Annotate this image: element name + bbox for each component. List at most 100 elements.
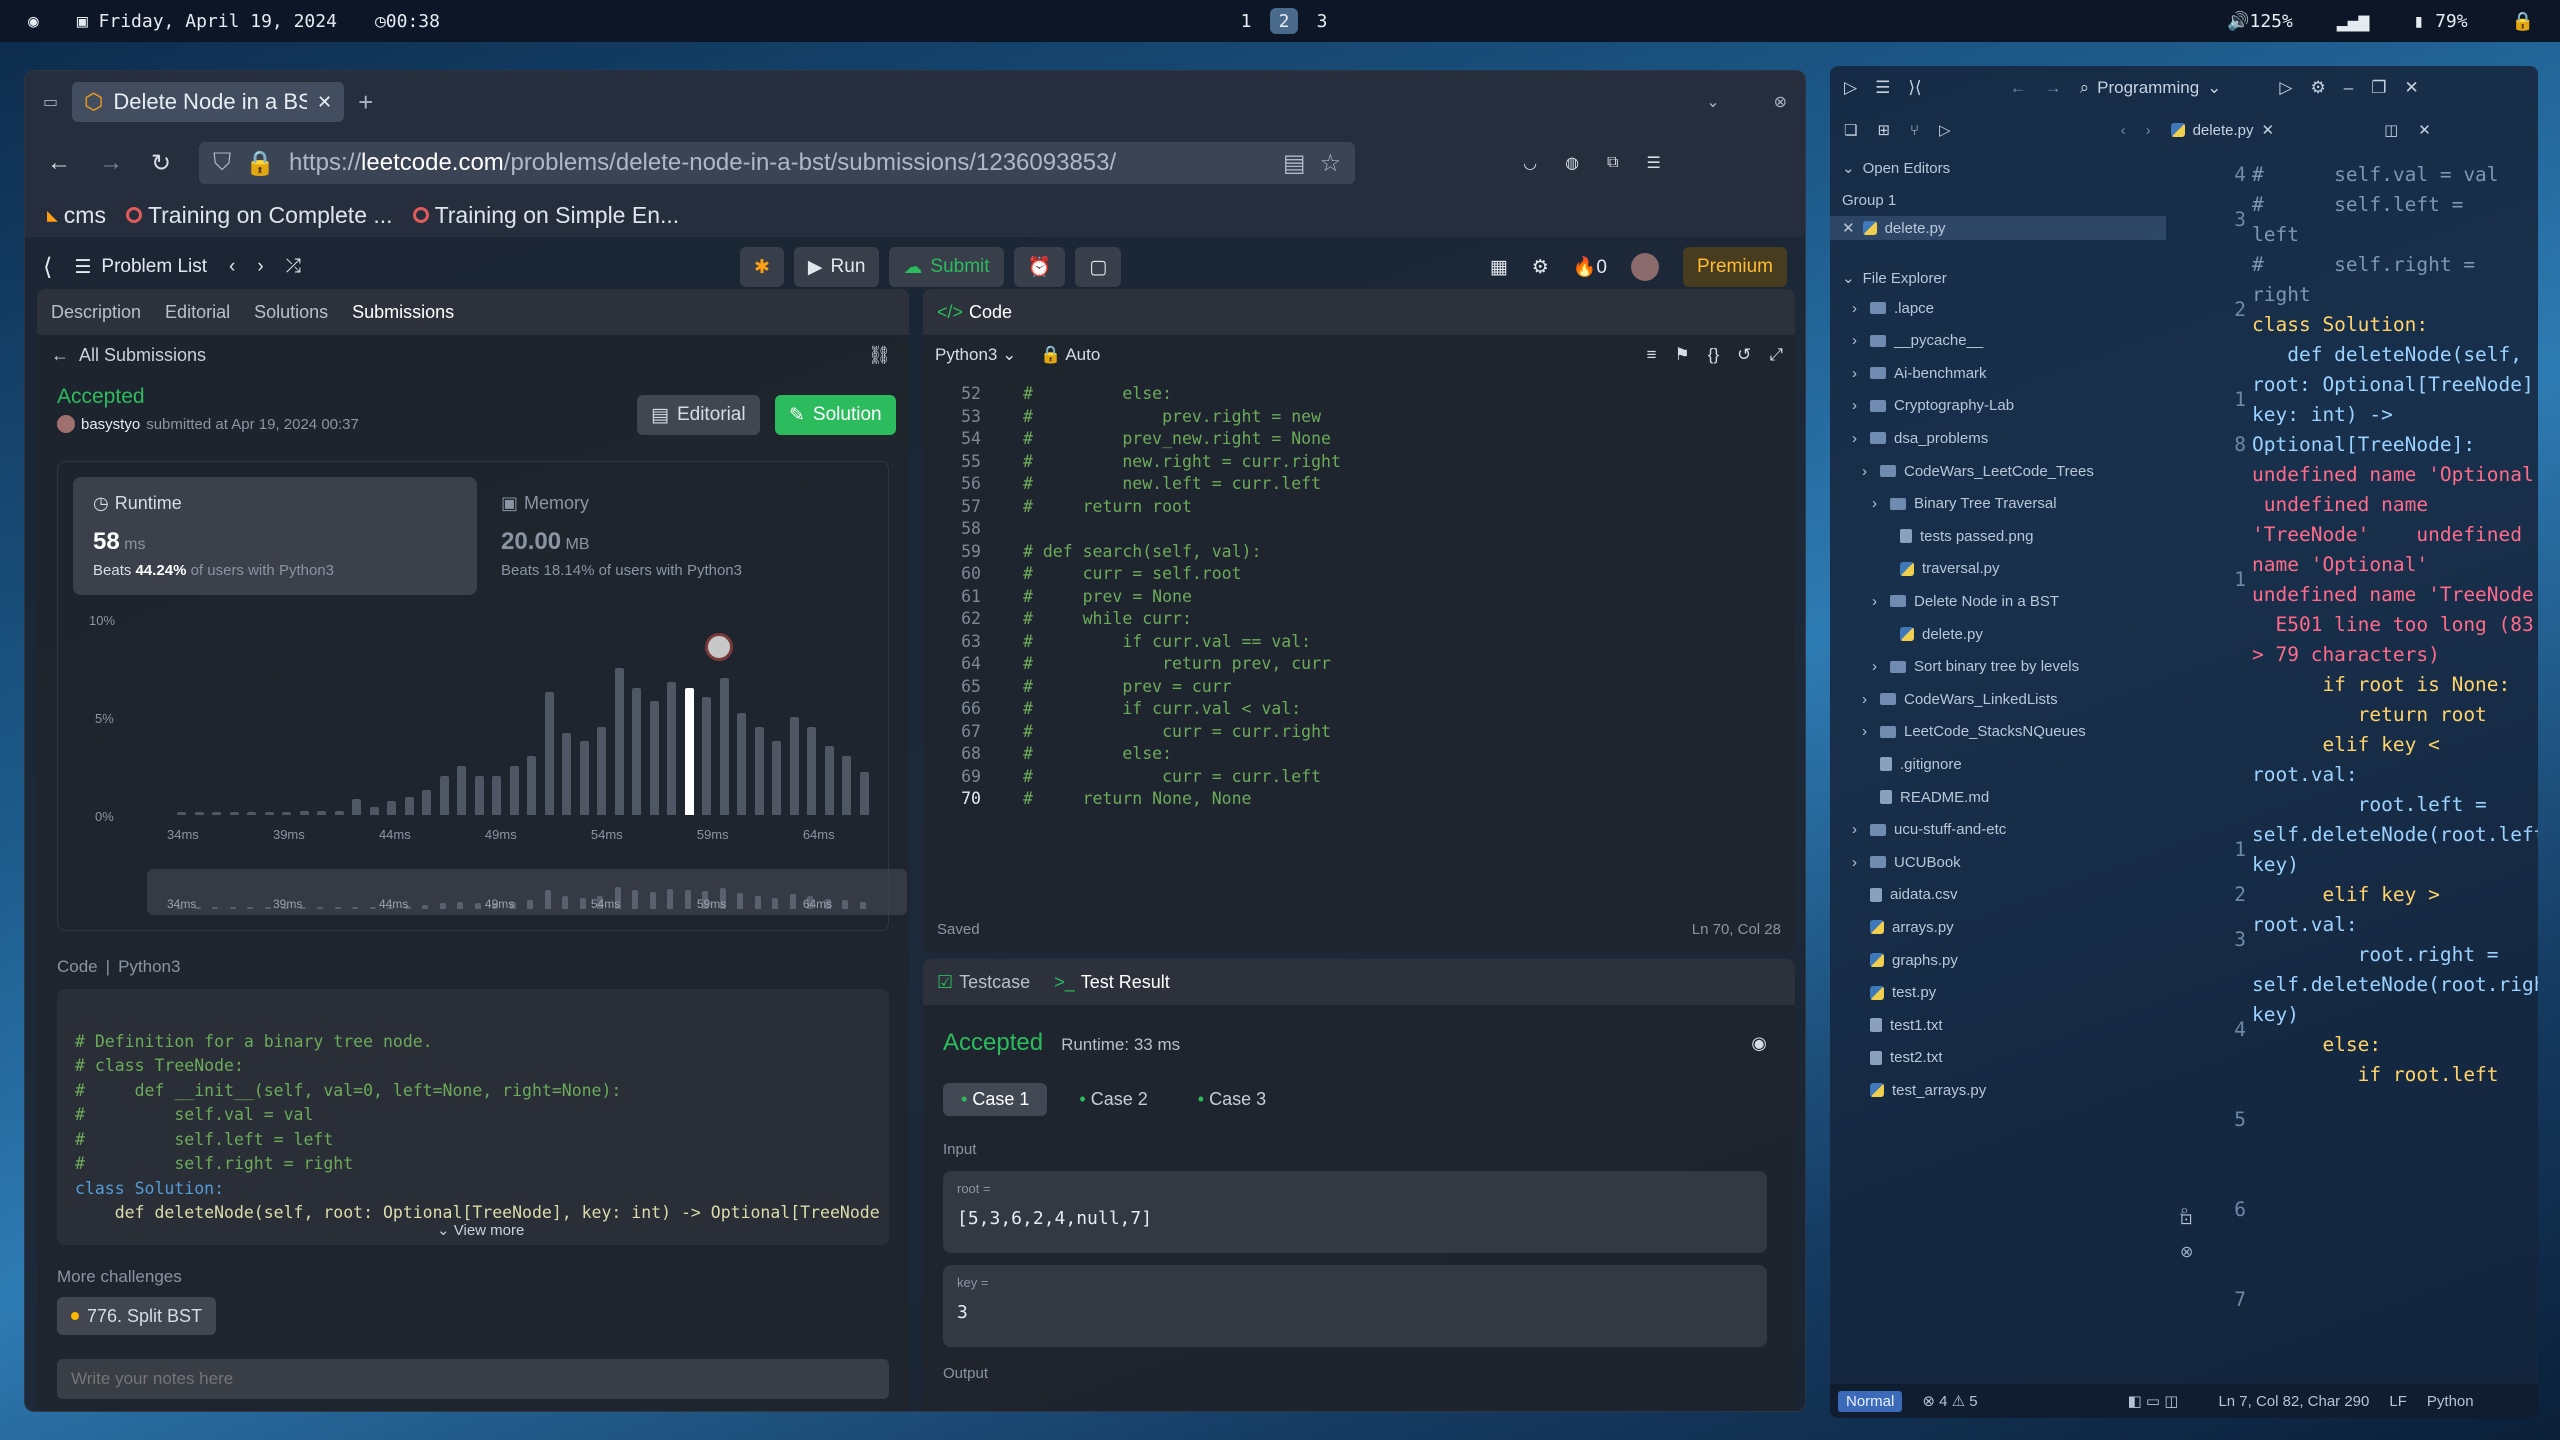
runtime-bar[interactable] — [457, 766, 466, 815]
tab-submissions[interactable]: Submissions — [352, 302, 454, 323]
folder-item[interactable]: › Cryptography-Lab — [1852, 394, 2014, 418]
file-item[interactable]: graphs.py — [1852, 948, 1958, 972]
runtime-bar[interactable] — [719, 677, 729, 815]
workspace-2[interactable]: 2 — [1270, 8, 1298, 34]
tab-editorial[interactable]: Editorial — [165, 302, 230, 323]
runtime-bar[interactable] — [597, 726, 606, 815]
runtime-bar[interactable] — [194, 812, 204, 815]
runtime-bar[interactable] — [649, 701, 659, 815]
git-icon[interactable]: ⑂ — [1910, 122, 1919, 139]
folder-item[interactable]: › Ai-benchmark — [1852, 361, 1987, 385]
menu-icon[interactable]: ☰ — [1875, 78, 1890, 98]
folder-item[interactable]: › ucu-stuff-and-etc — [1852, 818, 2006, 842]
layout-icons[interactable]: ◧ ▭ ◫ — [2128, 1392, 2179, 1410]
open-editors-header[interactable]: ⌄ Open Editors — [1842, 156, 1950, 180]
volume-widget[interactable]: 🔊125% — [2227, 11, 2293, 32]
date-widget[interactable]: ▣ Friday, April 19, 2024 — [77, 11, 337, 32]
workspace-selector[interactable]: ⌕ Programming ⌄ — [2080, 78, 2222, 98]
runtime-bar[interactable] — [842, 756, 851, 815]
language-mode[interactable]: Python — [2427, 1393, 2474, 1410]
runtime-bar[interactable] — [614, 668, 624, 815]
split-editor-icon[interactable]: ◫ — [2384, 121, 2398, 139]
tab-testcase[interactable]: ☑ Testcase — [937, 972, 1030, 993]
leetcode-logo-icon[interactable]: ⟨ — [43, 253, 52, 282]
menu-icon[interactable]: ☰ — [1646, 153, 1660, 173]
runtime-bar[interactable] — [789, 717, 799, 815]
browser-tab-active[interactable]: ⬡ Delete Node in a BS ✕ — [72, 82, 345, 122]
settings-icon[interactable]: ⚙ — [1532, 256, 1549, 279]
premium-button[interactable]: Premium — [1682, 247, 1787, 287]
avatar[interactable] — [1630, 253, 1659, 281]
close-icon[interactable]: ✕ — [2404, 78, 2418, 98]
runtime-bar[interactable] — [264, 812, 274, 815]
format-icon[interactable]: ≡ — [1647, 345, 1657, 365]
runtime-bar[interactable] — [352, 799, 361, 815]
run-play-icon[interactable]: ▷ — [2279, 78, 2292, 98]
streak-counter[interactable]: 🔥0 — [1573, 255, 1607, 279]
clock-widget[interactable]: ◷00:38 — [375, 11, 440, 32]
tab-test-result[interactable]: >_ Test Result — [1054, 972, 1170, 993]
timer-button[interactable]: ⏰ — [1013, 247, 1066, 287]
runtime-bar[interactable] — [632, 687, 641, 815]
file-item[interactable]: aidata.csv — [1852, 883, 1958, 907]
open-file-item[interactable]: ✕ delete.py — [1830, 216, 2166, 240]
solution-button[interactable]: ✎ Solution — [775, 395, 896, 435]
runtime-bar[interactable] — [334, 811, 344, 815]
file-item[interactable]: test2.txt — [1852, 1046, 1943, 1070]
runtime-distribution-chart[interactable]: 10% 5% 0% 34ms 39ms 44ms 49ms 54ms 59ms 64ms 3… — [57, 609, 907, 929]
problems-icon[interactable]: ⊗ — [2180, 1242, 2193, 1262]
files-icon[interactable]: ❏ — [1844, 121, 1857, 139]
reset-icon[interactable]: ↺ — [1737, 345, 1751, 365]
code-view[interactable]: # self.val = val # self.left = left # self.… — [2186, 150, 2538, 1384]
back-icon[interactable]: ← — [2010, 78, 2027, 98]
runtime-bar[interactable] — [544, 691, 554, 815]
runtime-bar[interactable] — [229, 812, 239, 815]
runtime-bar[interactable] — [702, 697, 711, 815]
minimize-icon[interactable]: – — [2344, 78, 2353, 98]
notes-input[interactable] — [57, 1359, 889, 1399]
runtime-bar[interactable] — [509, 766, 519, 815]
new-tab-icon[interactable]: + — [358, 87, 373, 118]
runtime-bar[interactable] — [807, 726, 816, 815]
runtime-bar[interactable] — [492, 775, 501, 815]
runtime-bar[interactable] — [684, 687, 694, 815]
root-input-box[interactable]: root = [5,3,6,2,4,null,7] — [943, 1171, 1767, 1253]
debug-button[interactable]: ✱ — [740, 247, 784, 287]
runtime-bar[interactable] — [282, 812, 291, 815]
bookmark-training-complete[interactable]: Training on Complete ... — [125, 202, 393, 229]
prev-tab-icon[interactable]: ‹ — [2121, 122, 2126, 139]
editor-tab-delete-py[interactable]: delete.py ✕ — [2170, 121, 2274, 139]
runtime-bar[interactable] — [299, 811, 309, 815]
code-editor[interactable]: 52 # else: 53 # prev.right = new 54 # prev_ne… — [923, 371, 1795, 861]
expand-icon[interactable]: ⤢ — [1769, 345, 1783, 365]
bookmark-cms[interactable]: ◣ cms — [47, 202, 106, 229]
layout-icon[interactable]: ▦ — [1490, 256, 1508, 279]
braces-icon[interactable]: {} — [1708, 345, 1719, 365]
reader-mode-icon[interactable]: ▤ — [1283, 149, 1306, 178]
account-icon[interactable]: ◍ — [1565, 153, 1579, 173]
file-item[interactable]: traversal.py — [1882, 557, 2000, 581]
runtime-card[interactable]: ◷ Runtime 58 ms Beats 44.24% of users wit… — [73, 477, 477, 595]
memory-card[interactable]: ▣ Memory 20.00 MB Beats 18.14% of users w… — [481, 477, 885, 595]
shield-icon[interactable]: ⛉ — [213, 149, 231, 177]
file-item[interactable]: test1.txt — [1852, 1013, 1943, 1037]
user-avatar[interactable] — [57, 415, 75, 433]
runtime-bar[interactable] — [474, 775, 484, 815]
eye-icon[interactable]: ◉ — [28, 11, 39, 32]
sidebar-toggle-icon[interactable]: ▭ — [43, 92, 58, 112]
code-tab[interactable]: </> Code — [937, 302, 1012, 323]
bookmark-star-icon[interactable]: ☆ — [1320, 149, 1342, 178]
folder-item[interactable]: › Delete Node in a BST — [1872, 589, 2059, 613]
runtime-bar[interactable] — [754, 726, 764, 815]
key-input-box[interactable]: key = 3 — [943, 1265, 1767, 1347]
case-3-tab[interactable]: • Case 3 — [1180, 1083, 1284, 1116]
runtime-bar[interactable] — [579, 740, 589, 815]
close-group-icon[interactable]: ✕ — [2418, 121, 2431, 139]
network-icon[interactable]: ▂▄▆ — [2337, 11, 2370, 32]
runtime-bar[interactable] — [439, 775, 449, 815]
runtime-bar[interactable] — [317, 811, 326, 815]
diagnostics[interactable]: ⊗ 4 ⚠ 5 — [1922, 1392, 1977, 1410]
auto-mode-toggle[interactable]: 🔒 Auto — [1040, 345, 1100, 365]
view-more-button[interactable]: ⌄ View more — [437, 1221, 524, 1239]
next-tab-icon[interactable]: › — [2146, 122, 2151, 139]
